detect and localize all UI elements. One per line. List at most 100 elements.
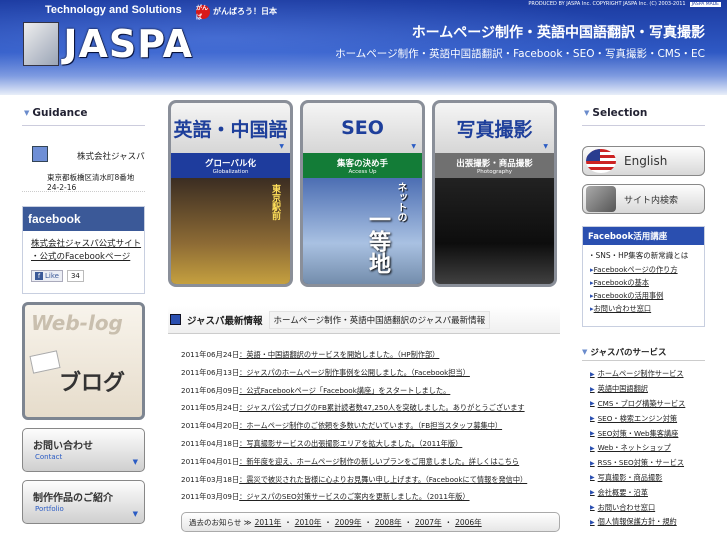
facebook-link[interactable]: 株式会社ジャスパ公式サイト ・公式のFacebookページ xyxy=(23,238,144,264)
chevron-down-icon: ▼ xyxy=(279,143,284,150)
service-link-text[interactable]: SEO・検索エンジン対策 xyxy=(598,414,677,424)
guidance-box: 株式会社ジャスパ 東京都板橋区清水町8番地24-2-16 xyxy=(22,126,145,192)
service-link-text[interactable]: お問い合わせ窓口 xyxy=(598,503,656,513)
service-link[interactable]: ▶ Web・ネットショップ xyxy=(582,441,705,456)
bullet-icon: ▶ xyxy=(590,518,595,526)
facebook-course-link[interactable]: Facebookページの作り方 xyxy=(583,265,704,278)
ganbaro-nippon-badge[interactable]: がんば がんばろう！日本 xyxy=(196,4,277,21)
archive-year-link[interactable]: 2010年 xyxy=(295,517,322,528)
service-link[interactable]: ▶ SEO・検索エンジン対策 xyxy=(582,411,705,426)
bullet-icon: ▶ xyxy=(590,444,595,452)
service-link[interactable]: ▶ SEO対策・Web集客講座 xyxy=(582,426,705,441)
news-date: 2011年04月01日 xyxy=(181,456,240,466)
site-search-button[interactable]: サイト内検索 xyxy=(582,184,705,214)
news-link[interactable]: ：公式Facebookページ「Facebook講座」をスタートしました。 xyxy=(239,386,450,395)
banner-sign-text: 東京駅前 xyxy=(270,184,280,220)
news-item[interactable]: 2011年05月24日：ジャスパ公式ブログのFB累計読者数47,250人を突破し… xyxy=(181,403,571,421)
news-link[interactable]: ：ホームページ制作のご依頼を多数いただいています。（FB担当スタッフ募集中） xyxy=(239,421,502,430)
blog-button[interactable]: Web-log ブログ xyxy=(22,302,145,420)
archive-year-link[interactable]: 2008年 xyxy=(375,517,402,528)
service-link[interactable]: ▶ お問い合わせ窓口 xyxy=(582,500,705,515)
facebook-link-line1[interactable]: 株式会社ジャスパ公式サイト xyxy=(31,238,144,251)
blog-weblog-text: Web-log xyxy=(31,311,123,335)
service-link[interactable]: ▶ ホームページ制作サービス xyxy=(582,367,705,382)
left-sidebar: ▼ Guidance 株式会社ジャスパ 東京都板橋区清水町8番地24-2-16 … xyxy=(22,100,145,524)
facebook-heading: facebook xyxy=(23,207,144,231)
facebook-link-line2[interactable]: ・公式のFacebookページ xyxy=(31,251,144,264)
news-item[interactable]: 2011年03月18日：震災で被災された皆様に心よりお見舞い申し上げます。（Fa… xyxy=(181,475,571,493)
service-link-text[interactable]: CMS・ブログ構築サービス xyxy=(598,399,686,409)
news-link[interactable]: ：写真撮影サービスの出張撮影エリアを拡大しました。（2011年版） xyxy=(239,439,462,448)
copyright-notice: PRODUCED BY JASPA Inc. COPYRIGHT JASPA I… xyxy=(528,1,721,7)
banner-caption-text: 英語・中国語 xyxy=(173,118,288,141)
news-item[interactable]: 2011年04月20日：ホームページ制作のご依頼を多数いただいています。（FB担… xyxy=(181,421,571,439)
chevron-down-icon: ▼ xyxy=(543,143,548,150)
service-link-text[interactable]: 会社概要・沿革 xyxy=(598,488,648,498)
copyright-text: PRODUCED BY JASPA Inc. COPYRIGHT JASPA I… xyxy=(528,1,686,7)
facebook-course-link[interactable]: Facebookの基本 xyxy=(583,278,704,291)
banner-photography[interactable]: 写真撮影 ▼ 出張撮影・商品撮影 Photography xyxy=(432,100,557,287)
news-link[interactable]: ：ジャスパのホームページ制作事例を公開しました。（Facebook担当） xyxy=(239,368,470,377)
service-link-text[interactable]: SEO対策・Web集客講座 xyxy=(598,429,679,439)
guidance-heading-text: Guidance xyxy=(32,106,88,119)
chevron-down-icon: ▼ xyxy=(411,143,416,150)
news-item[interactable]: 2011年06月09日：公式Facebookページ「Facebook講座」をスタ… xyxy=(181,386,571,404)
news-item[interactable]: 2011年04月18日：写真撮影サービスの出張撮影エリアを拡大しました。（201… xyxy=(181,439,571,457)
archive-year-link[interactable]: 2009年 xyxy=(335,517,362,528)
banner-english-chinese[interactable]: 英語・中国語 ▼ グローバル化 Globalization 東京駅前 xyxy=(168,100,293,287)
right-sidebar: ▼ Selection English サイト内検索 Facebook活用講座 … xyxy=(582,100,705,530)
service-link[interactable]: ▶ 個人情報保護方針・規約 xyxy=(582,515,705,530)
service-link[interactable]: ▶ 会社概要・沿革 xyxy=(582,485,705,500)
banner-caption: 英語・中国語 ▼ xyxy=(171,103,290,153)
service-link-text[interactable]: 個人情報保護方針・規約 xyxy=(598,517,677,527)
news-item[interactable]: 2011年06月13日：ジャスパのホームページ制作事例を公開しました。（Face… xyxy=(181,368,571,386)
news-link[interactable]: ：英語・中国語翻訳のサービスを開始しました。（HP制作部） xyxy=(239,350,439,359)
service-link[interactable]: ▶ RSS・SEO対策・サービス xyxy=(582,456,705,471)
archive-year-link[interactable]: 2006年 xyxy=(455,517,482,528)
company-address: 東京都板橋区清水町8番地24-2-16 xyxy=(47,173,135,192)
service-link-text[interactable]: ホームページ制作サービス xyxy=(598,369,684,379)
service-link-text[interactable]: 英語中国語翻訳 xyxy=(598,384,648,394)
facebook-course-link[interactable]: お問い合わせ窓口 xyxy=(583,304,704,317)
english-button[interactable]: English xyxy=(582,146,705,176)
heading-arrow-icon: ▼ xyxy=(582,347,588,356)
ganbaro-mark-icon: がんば xyxy=(196,4,210,21)
facebook-course-intro: ・SNS・HP集客の新常識とは xyxy=(588,251,689,260)
banner-caption-text: 写真撮影 xyxy=(456,118,533,141)
service-link-text[interactable]: 写真撮影・商品撮影 xyxy=(598,473,663,483)
archive-year-link[interactable]: 2007年 xyxy=(415,517,442,528)
bullet-icon: ▶ xyxy=(590,415,595,423)
news-item[interactable]: 2011年03月09日：ジャスパのSEO対策サービスのご案内を更新しました。（2… xyxy=(181,492,571,510)
us-flag-icon xyxy=(586,149,616,173)
news-date: 2011年03月09日 xyxy=(181,492,240,502)
banner-kanji-text: 一等地 xyxy=(365,208,390,274)
banner-bar-en: Globalization xyxy=(212,168,249,175)
contact-button[interactable]: お問い合わせ Contact ▼ xyxy=(22,428,145,472)
service-link[interactable]: ▶ CMS・ブログ構築サービス xyxy=(582,397,705,412)
news-item[interactable]: 2011年04月01日：新年度を迎え、ホームページ制作の新しいプランをご用意しま… xyxy=(181,457,571,475)
service-link[interactable]: ▶ 英語中国語翻訳 xyxy=(582,382,705,397)
service-link-text[interactable]: Web・ネットショップ xyxy=(598,443,671,453)
news-link[interactable]: ：震災で被災された皆様に心よりお見舞い申し上げます。（Facebookにて情報を… xyxy=(239,475,527,484)
archive-year-link[interactable]: 2011年 xyxy=(255,517,282,528)
facebook-course-box: Facebook活用講座 ・SNS・HP集客の新常識とは Facebookページ… xyxy=(582,226,705,327)
banner-seo[interactable]: SEO ▼ 集客の決め手 Access Up ネットの 一等地 xyxy=(300,100,425,287)
service-heading-text: ジャスパのサービス xyxy=(590,347,667,358)
site-logo[interactable]: JASPA xyxy=(23,20,193,68)
chevron-down-icon: ▼ xyxy=(132,458,138,466)
facebook-like-row: f Like 34 xyxy=(23,270,144,282)
facebook-course-link[interactable]: Facebookの活用事例 xyxy=(583,291,704,304)
ganbaro-text: がんばろう！日本 xyxy=(213,7,277,16)
news-link[interactable]: ：ジャスパ公式ブログのFB累計読者数47,250人を突破しました。ありがとうござ… xyxy=(239,403,524,412)
facebook-f-icon: f xyxy=(35,272,43,280)
service-link[interactable]: ▶ 写真撮影・商品撮影 xyxy=(582,471,705,486)
news-link[interactable]: ：ジャスパのSEO対策サービスのご案内を更新しました。（2011年版） xyxy=(239,492,469,501)
book-icon xyxy=(29,350,61,374)
news-item[interactable]: 2011年06月24日：英語・中国語翻訳のサービスを開始しました。（HP制作部） xyxy=(181,350,571,368)
news-link[interactable]: ：新年度を迎え、ホームページ制作の新しいプランをご用意しました。詳しくはこちら xyxy=(239,457,519,466)
service-link-text[interactable]: RSS・SEO対策・サービス xyxy=(598,458,684,468)
portfolio-button[interactable]: 制作作品のご紹介 Portfolio ▼ xyxy=(22,480,145,524)
facebook-like-button[interactable]: f Like xyxy=(31,270,63,282)
portfolio-label-jp: 制作作品のご紹介 xyxy=(33,493,113,504)
bullet-icon: ▶ xyxy=(590,504,595,512)
